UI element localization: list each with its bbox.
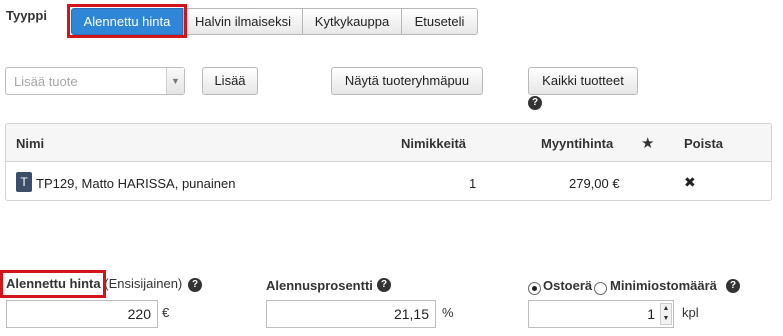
highlight-box-tab bbox=[67, 4, 187, 38]
tab-kytkykauppa[interactable]: Kytkykauppa bbox=[302, 8, 402, 35]
currency-unit: € bbox=[162, 305, 170, 320]
product-count: 1 bbox=[469, 176, 477, 191]
percent-unit: % bbox=[442, 305, 454, 320]
question-circle-icon[interactable]: ? bbox=[188, 278, 202, 292]
quantity-stepper[interactable]: 1 bbox=[528, 300, 674, 328]
table-header: Nimi Nimikkeitä Myyntihinta ★ Poista bbox=[6, 124, 771, 162]
column-header-delete: Poista bbox=[684, 136, 724, 151]
stepper-arrows-icon[interactable]: ▲ ▼ bbox=[660, 303, 672, 325]
question-circle-icon[interactable]: ? bbox=[726, 279, 740, 293]
quantity-unit: kpl bbox=[682, 305, 699, 320]
all-products-button[interactable]: Kaikki tuotteet bbox=[528, 67, 638, 95]
quantity-value: 1 bbox=[647, 306, 655, 322]
star-icon[interactable]: ★ bbox=[641, 134, 654, 152]
question-circle-icon[interactable]: ? bbox=[377, 278, 391, 292]
highlight-box-label bbox=[0, 270, 106, 298]
type-label: Tyyppi bbox=[6, 8, 47, 23]
product-name: TP129, Matto HARISSA, punainen bbox=[36, 176, 236, 191]
product-price: 279,00 € bbox=[569, 176, 620, 191]
tab-halvin-ilmaiseksi[interactable]: Halvin ilmaiseksi bbox=[183, 8, 303, 35]
chevron-down-icon[interactable]: ▼ bbox=[166, 68, 184, 94]
products-table: Nimi Nimikkeitä Myyntihinta ★ Poista T T… bbox=[5, 123, 772, 201]
minimiostomaara-label: Minimiostomäärä bbox=[610, 278, 717, 293]
discount-price-input[interactable]: 220 bbox=[6, 300, 158, 328]
radio-ostoera[interactable] bbox=[528, 282, 541, 295]
discount-price-priority: (Ensisijainen) bbox=[104, 276, 183, 291]
show-product-groups-button[interactable]: Näytä tuoteryhmäpuu bbox=[331, 67, 483, 95]
discount-percent-input[interactable]: 21,15 bbox=[266, 300, 436, 328]
x-icon[interactable]: ✖ bbox=[684, 174, 696, 191]
question-circle-icon[interactable]: ? bbox=[528, 96, 542, 110]
tab-etuseteli[interactable]: Etuseteli bbox=[401, 8, 478, 35]
column-header-count: Nimikkeitä bbox=[401, 136, 467, 151]
product-type-badge: T bbox=[16, 172, 32, 192]
add-button[interactable]: Lisää bbox=[202, 67, 258, 95]
discount-percent-label: Alennusprosentti bbox=[266, 278, 373, 293]
add-product-placeholder: Lisää tuote bbox=[14, 74, 78, 89]
column-header-name: Nimi bbox=[16, 136, 45, 151]
column-header-price: Myyntihinta bbox=[541, 136, 614, 151]
radio-minimiostomaara[interactable] bbox=[594, 282, 607, 295]
add-product-select[interactable]: Lisää tuote ▼ bbox=[5, 67, 185, 95]
ostoera-label: Ostoerä bbox=[543, 278, 593, 293]
